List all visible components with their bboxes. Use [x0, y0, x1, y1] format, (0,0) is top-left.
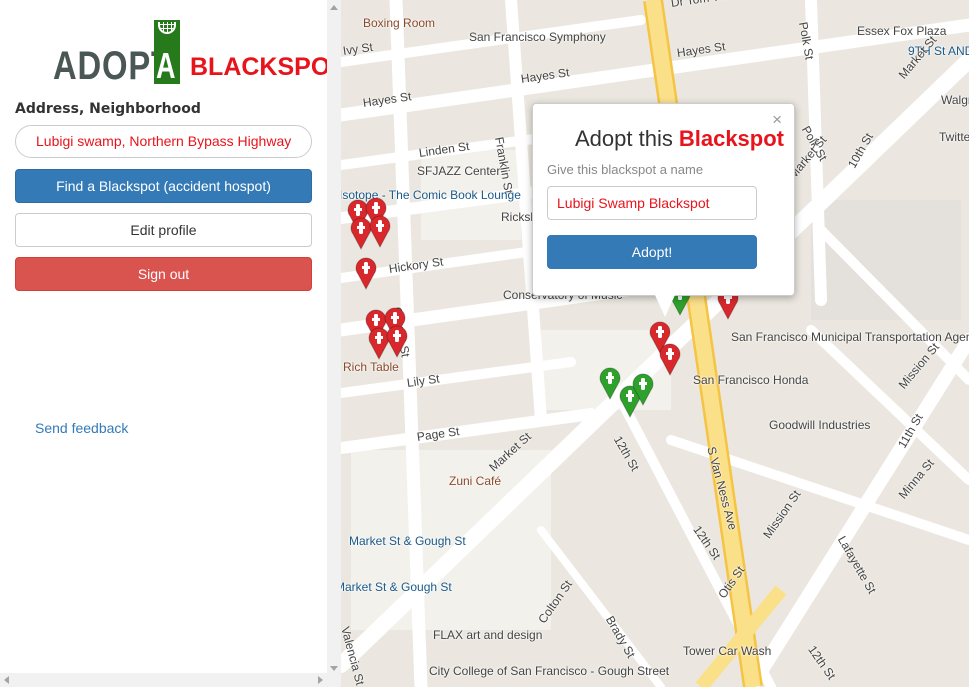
map-label: City College of San Francisco - Gough St…	[429, 664, 670, 678]
popup-title: Adopt this Blackspot	[575, 126, 784, 152]
logo-a-box: A	[154, 20, 180, 84]
map-label: Rich Table	[343, 360, 399, 374]
adopt-button[interactable]: Adopt!	[547, 235, 757, 269]
name-label: Give this blackspot a name	[547, 162, 704, 177]
map-label: Market St & Gough St	[349, 534, 466, 548]
map-label: Market St & Gough St	[341, 580, 452, 594]
popup-title-accent: Blackspot	[678, 126, 784, 151]
blackspot-marker-red[interactable]	[355, 256, 377, 290]
horizontal-scrollbar[interactable]	[0, 673, 341, 687]
sidebar: ADOPT A BLACKSPOT Address, Neighborhood …	[0, 0, 346, 687]
blackspot-marker-red[interactable]	[369, 214, 391, 248]
scroll-right-icon[interactable]	[318, 676, 323, 684]
map-label: Walgreens	[941, 93, 969, 107]
sign-out-button[interactable]: Sign out	[15, 257, 312, 291]
logo-a: A	[156, 45, 176, 86]
popup-tail	[655, 295, 675, 317]
map-label: Boxing Room	[363, 16, 436, 30]
map-label: San Francisco Symphony	[469, 30, 606, 44]
logo: ADOPT A BLACKSPOT	[53, 20, 346, 86]
blackspot-marker-red[interactable]	[659, 342, 681, 376]
adopt-popup: × Adopt this Blackspot Give this blackspo…	[532, 103, 795, 317]
find-blackspot-button[interactable]: Find a Blackspot (accident hospot)	[15, 169, 312, 203]
map-label: Twitter	[939, 130, 969, 144]
send-feedback-link[interactable]: Send feedback	[35, 420, 128, 436]
blackspot-name-input[interactable]: Lubigi Swamp Blackspot	[547, 186, 757, 220]
edit-profile-button[interactable]: Edit profile	[15, 213, 312, 247]
map-label: Zuni Café	[449, 474, 502, 488]
map-label: Goodwill Industries	[769, 418, 871, 432]
scroll-up-icon[interactable]	[330, 5, 338, 10]
blackspot-marker-green[interactable]	[632, 372, 654, 406]
scroll-left-icon[interactable]	[4, 676, 9, 684]
vertical-scrollbar[interactable]	[327, 0, 341, 687]
map-label: FLAX art and design	[433, 628, 543, 642]
address-input[interactable]: Lubigi swamp, Northern Bypass Highway	[15, 125, 312, 158]
blackspot-marker-green[interactable]	[599, 366, 621, 400]
scroll-down-icon[interactable]	[330, 666, 338, 671]
map-label: Tower Car Wash	[683, 644, 772, 658]
address-label: Address, Neighborhood	[15, 101, 201, 117]
blackspot-marker-red[interactable]	[386, 324, 408, 358]
map-label: San Francisco Honda	[693, 373, 809, 387]
map-label: SFJAZZ Center	[417, 164, 501, 178]
globe-icon	[158, 22, 176, 34]
logo-blackspot: BLACKSPOT	[190, 53, 346, 81]
road-page	[341, 408, 597, 454]
popup-title-text: Adopt this	[575, 126, 673, 151]
